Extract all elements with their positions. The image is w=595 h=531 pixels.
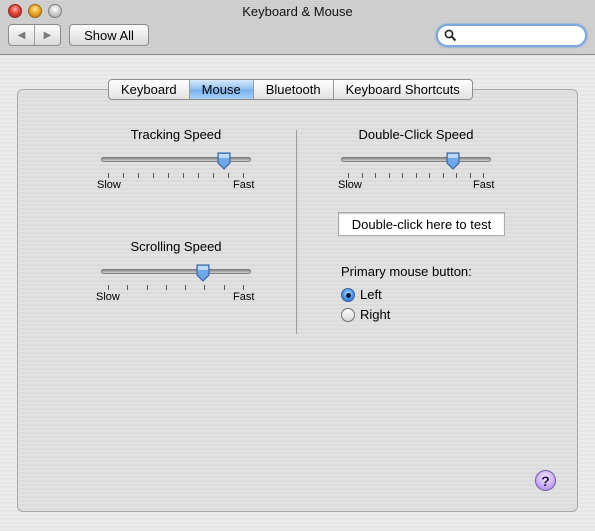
primary-left-option[interactable]: Left	[341, 287, 382, 302]
slider-tick	[146, 285, 148, 290]
toolbar: Keyboard & Mouse ◀ ▶ Show All	[0, 0, 595, 55]
slider-tick	[183, 173, 184, 178]
forward-arrow-icon: ▶	[43, 29, 52, 41]
slider-tick	[168, 173, 169, 178]
slider-tick	[138, 173, 139, 178]
scrolling-speed-title: Scrolling Speed	[130, 239, 222, 254]
slider-tick	[388, 173, 390, 178]
slider-tick	[228, 173, 229, 178]
slider-tick	[429, 173, 430, 178]
tab-bluetooth[interactable]: Bluetooth	[252, 80, 333, 99]
window-title: Keyboard & Mouse	[242, 4, 353, 19]
slider-tick	[153, 173, 154, 178]
double-click-test-area[interactable]: Double-click here to test	[338, 212, 505, 236]
tracking-speed-slow-label: Slow	[97, 179, 121, 191]
scrolling-speed-slow-label: Slow	[96, 291, 120, 303]
slider-tick	[204, 285, 206, 290]
search-input[interactable]	[458, 28, 582, 43]
slider-tick	[402, 173, 403, 178]
slider-tick	[348, 173, 349, 178]
tracking-speed-fast-label: Fast	[233, 179, 255, 191]
slider-tick	[123, 173, 124, 178]
slider-tick	[375, 173, 376, 178]
forward-button[interactable]: ▶	[34, 25, 60, 45]
search-icon	[444, 29, 457, 42]
left-radio[interactable]	[341, 287, 355, 302]
tracking-speed-ticks	[108, 173, 244, 179]
keyboard-mouse-window: Keyboard & Mouse ◀ ▶ Show All Keyboard M…	[0, 0, 595, 531]
slider-tick	[165, 285, 167, 290]
tab-keyboard[interactable]: Keyboard	[109, 80, 189, 99]
slider-tick	[483, 173, 484, 178]
double-click-speed-fast-label: Fast	[473, 179, 495, 191]
slider-tick	[108, 285, 109, 290]
right-radio-label: Right	[360, 307, 391, 322]
slider-tick	[469, 173, 471, 178]
column-divider	[296, 130, 297, 334]
slider-tick	[223, 285, 225, 290]
tracking-speed-knob[interactable]	[216, 152, 232, 170]
slider-tick	[415, 173, 417, 178]
content-area	[0, 56, 595, 531]
back-button[interactable]: ◀	[9, 25, 34, 45]
scrolling-speed-fast-label: Fast	[233, 291, 255, 303]
help-button[interactable]: ?	[535, 470, 556, 491]
tab-mouse[interactable]: Mouse	[188, 80, 253, 99]
tracking-speed-title: Tracking Speed	[130, 127, 222, 142]
double-click-speed-knob[interactable]	[445, 152, 461, 170]
slider-tick	[243, 285, 244, 290]
slider-tick	[127, 285, 129, 290]
show-all-button[interactable]: Show All	[69, 24, 149, 46]
slider-tick	[456, 173, 457, 178]
primary-right-option[interactable]: Right	[341, 307, 390, 322]
tab-bar: Keyboard Mouse Bluetooth Keyboard Shortc…	[108, 79, 473, 100]
slider-tick	[213, 173, 214, 178]
scrolling-speed-ticks	[108, 285, 244, 291]
double-click-speed-title: Double-Click Speed	[358, 127, 474, 142]
slider-tick	[442, 173, 444, 178]
nav-button-group: ◀ ▶	[8, 24, 61, 46]
slider-tick	[108, 173, 109, 178]
scrolling-speed-track[interactable]	[101, 269, 251, 274]
double-click-speed-track[interactable]	[341, 157, 491, 162]
slider-tick	[361, 173, 363, 178]
right-radio[interactable]	[341, 307, 355, 322]
slider-tick	[185, 285, 187, 290]
back-arrow-icon: ◀	[17, 29, 26, 41]
left-radio-label: Left	[360, 287, 382, 302]
scrolling-speed-knob[interactable]	[195, 264, 211, 282]
search-field[interactable]	[436, 24, 587, 47]
double-click-speed-slow-label: Slow	[338, 179, 362, 191]
double-click-speed-ticks	[348, 173, 484, 179]
tab-keyboard-shortcuts[interactable]: Keyboard Shortcuts	[332, 80, 472, 99]
slider-tick	[198, 173, 199, 178]
primary-button-label: Primary mouse button:	[341, 264, 472, 279]
slider-tick	[243, 173, 244, 178]
